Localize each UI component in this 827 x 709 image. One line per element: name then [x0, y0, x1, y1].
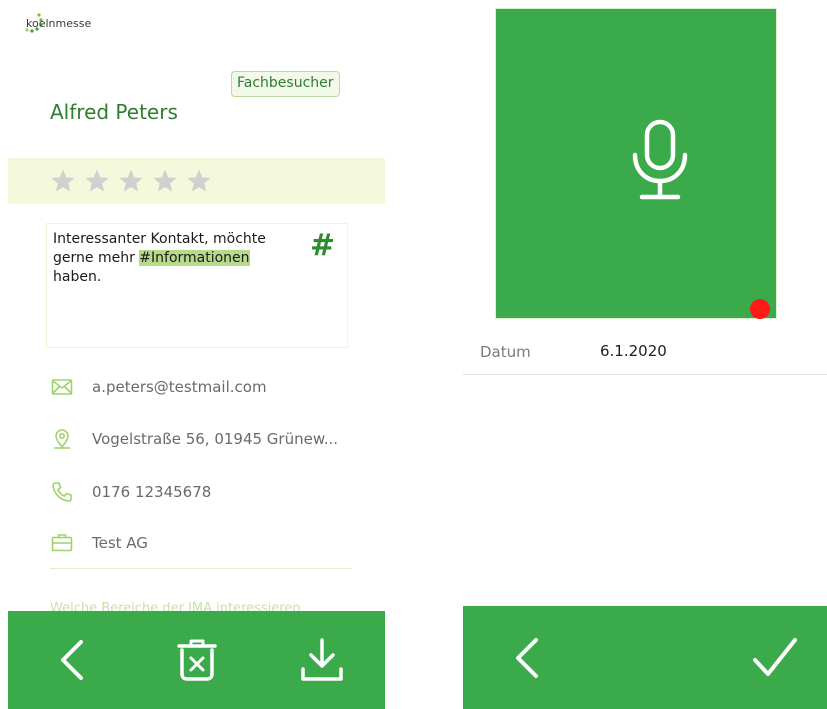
star-icon[interactable]	[118, 168, 144, 194]
divider	[463, 374, 827, 375]
company-row[interactable]: Test AG	[50, 529, 148, 557]
phone-text: 0176 12345678	[92, 483, 212, 501]
checkmark-icon	[753, 637, 797, 676]
company-text: Test AG	[92, 534, 148, 552]
delete-button[interactable]	[157, 611, 237, 709]
chevron-left-icon	[516, 637, 538, 678]
note-field[interactable]: Interessanter Kontakt, möchte gerne mehr…	[46, 223, 348, 348]
voice-recorder[interactable]: 00:00	[495, 8, 817, 319]
address-row[interactable]: Vogelstraße 56, 01945 Grünew...	[50, 425, 338, 453]
contact-detail-panel: koelnmesse Fachbesucher Alfred Peters In…	[0, 0, 400, 709]
download-icon	[301, 638, 343, 681]
contact-name: Alfred Peters	[50, 100, 178, 124]
chevron-left-icon	[61, 640, 83, 680]
visitor-type-badge: Fachbesucher	[231, 71, 340, 97]
email-text: a.peters@testmail.com	[92, 378, 267, 396]
location-pin-icon	[54, 429, 70, 449]
star-icon[interactable]	[186, 168, 212, 194]
briefcase-icon	[51, 534, 73, 552]
back-button[interactable]	[487, 606, 567, 709]
note-text: Interessanter Kontakt, möchte gerne mehr…	[53, 231, 266, 285]
hashtag-button[interactable]: #	[310, 228, 335, 264]
address-text: Vogelstraße 56, 01945 Grünew...	[92, 430, 339, 448]
phone-icon	[52, 482, 72, 502]
recording-time: 00:00	[780, 301, 818, 316]
record-indicator-icon	[750, 299, 770, 319]
trash-icon	[177, 639, 217, 681]
star-icon[interactable]	[152, 168, 178, 194]
mail-icon	[51, 379, 73, 395]
confirm-button[interactable]	[735, 606, 815, 709]
star-icon[interactable]	[50, 168, 76, 194]
microphone-icon[interactable]	[630, 119, 690, 201]
back-button[interactable]	[32, 611, 112, 709]
divider	[50, 568, 352, 569]
note-hashtag[interactable]: #Informationen	[139, 250, 250, 266]
date-value: 6.1.2020	[600, 342, 667, 360]
email-row[interactable]: a.peters@testmail.com	[50, 373, 267, 401]
phone-row[interactable]: 0176 12345678	[50, 478, 211, 506]
date-label: Datum	[480, 343, 531, 361]
logo-text: koelnmesse	[26, 17, 92, 30]
download-button[interactable]	[282, 611, 362, 709]
voice-memo-panel: 00:00 Datum 6.1.2020	[463, 0, 827, 709]
bottom-toolbar	[463, 606, 827, 709]
star-rating[interactable]	[50, 168, 212, 194]
bottom-toolbar	[8, 611, 385, 709]
star-icon[interactable]	[84, 168, 110, 194]
